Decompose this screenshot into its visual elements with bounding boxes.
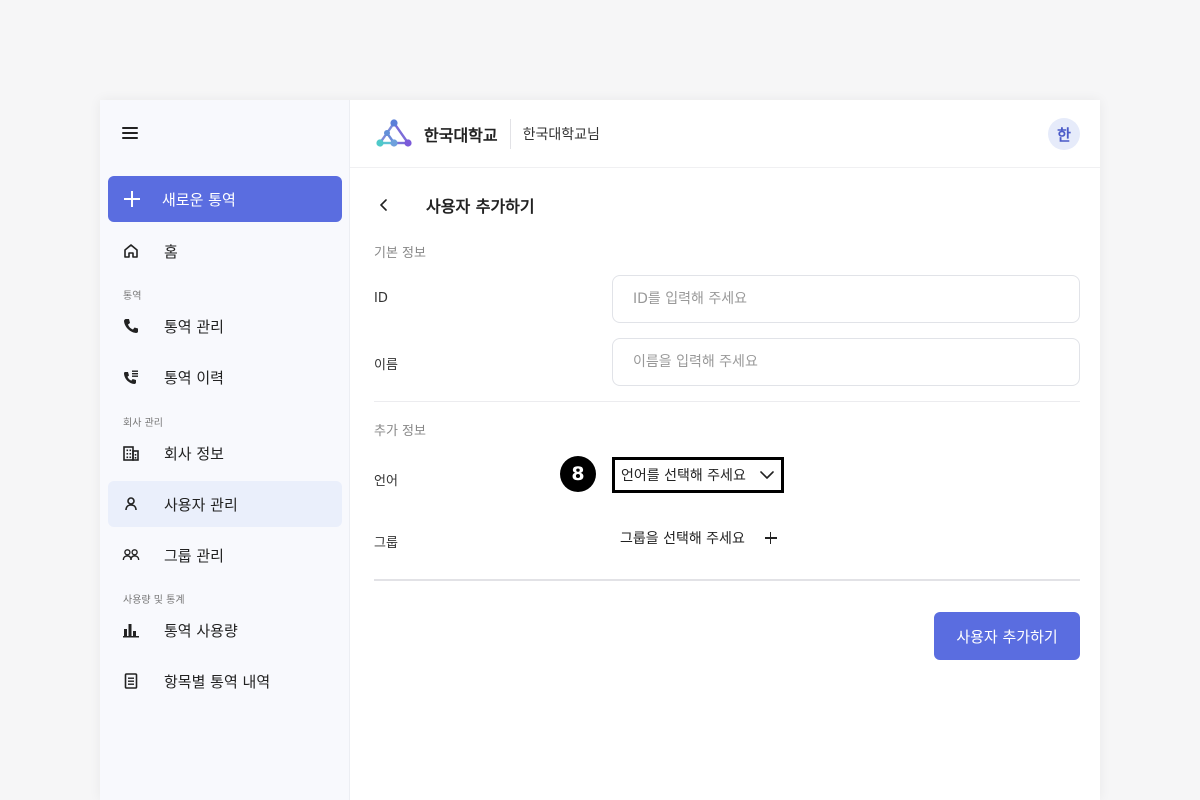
sidebar-item-label: 통역 이력 (164, 368, 224, 387)
name-label: 이름 (374, 358, 398, 373)
document-icon (122, 672, 140, 690)
sidebar-item-interp-detail[interactable]: 항목별 통역 내역 (108, 658, 342, 704)
new-interpretation-label: 새로운 통역 (162, 190, 236, 209)
main-content: 한국대학교 한국대학교님 한 사용자 추가하기 기본 정보 ID 이름 추가 정… (350, 100, 1100, 800)
section-label-interp: 통역 (123, 291, 142, 302)
phone-history-icon (122, 368, 140, 386)
plus-icon (124, 191, 140, 207)
step-badge: 8 (560, 456, 596, 492)
language-label: 언어 (374, 474, 398, 489)
app-window: 새로운 통역 홈 통역 통역 관리 통역 이력 회사 관리 회사 정보 사용자 … (100, 100, 1100, 800)
bar-chart-icon (122, 621, 140, 639)
extra-info-heading: 추가 정보 (374, 424, 426, 439)
sidebar-item-label: 통역 관리 (164, 317, 224, 336)
sidebar-item-company-info[interactable]: 회사 정보 (108, 430, 342, 476)
group-select[interactable]: 그룹을 선택해 주세요 (620, 528, 777, 548)
user-name: 한국대학교님 (522, 126, 600, 143)
language-select[interactable]: 언어를 선택해 주세요 (612, 457, 784, 493)
users-icon (122, 546, 140, 564)
org-logo-icon (376, 118, 412, 147)
name-input[interactable] (612, 338, 1080, 386)
sidebar-item-interp-usage[interactable]: 통역 사용량 (108, 607, 342, 653)
header-divider (509, 118, 511, 149)
sidebar-item-label: 회사 정보 (164, 444, 224, 463)
language-select-value: 언어를 선택해 주세요 (621, 468, 746, 484)
sidebar-item-home[interactable]: 홈 (108, 228, 342, 274)
back-arrow-icon[interactable] (374, 195, 394, 215)
id-label: ID (374, 291, 388, 306)
page-title: 사용자 추가하기 (426, 197, 535, 216)
phone-icon (122, 317, 140, 335)
sidebar-item-label: 통역 사용량 (164, 621, 238, 640)
section-divider (374, 401, 1080, 402)
form-bottom-divider (374, 579, 1080, 581)
sidebar-item-user-manage[interactable]: 사용자 관리 (108, 481, 342, 527)
top-header: 한국대학교 한국대학교님 한 (350, 100, 1100, 168)
add-user-button[interactable]: 사용자 추가하기 (934, 612, 1080, 660)
new-interpretation-button[interactable]: 새로운 통역 (108, 176, 342, 222)
sidebar-item-label: 사용자 관리 (164, 495, 238, 514)
home-icon (122, 242, 140, 260)
sidebar-item-group-manage[interactable]: 그룹 관리 (108, 532, 342, 578)
sidebar-item-label: 홈 (164, 242, 178, 261)
sidebar-item-label: 항목별 통역 내역 (164, 672, 271, 691)
section-label-usage: 사용량 및 통계 (123, 595, 185, 606)
section-label-company: 회사 관리 (123, 418, 163, 429)
building-icon (122, 444, 140, 462)
org-name: 한국대학교 (424, 125, 498, 145)
basic-info-heading: 기본 정보 (374, 246, 426, 261)
sidebar-item-interp-manage[interactable]: 통역 관리 (108, 303, 342, 349)
plus-icon (764, 532, 777, 544)
page-header: 사용자 추가하기 (374, 190, 535, 220)
avatar[interactable]: 한 (1048, 118, 1080, 150)
user-icon (122, 495, 140, 513)
chevron-down-icon (760, 471, 774, 479)
id-input[interactable] (612, 275, 1080, 323)
sidebar: 새로운 통역 홈 통역 통역 관리 통역 이력 회사 관리 회사 정보 사용자 … (100, 100, 350, 800)
menu-icon[interactable] (122, 124, 140, 142)
sidebar-item-label: 그룹 관리 (164, 546, 224, 565)
group-label: 그룹 (374, 536, 398, 551)
sidebar-item-interp-history[interactable]: 통역 이력 (108, 354, 342, 400)
group-select-value: 그룹을 선택해 주세요 (620, 531, 745, 547)
